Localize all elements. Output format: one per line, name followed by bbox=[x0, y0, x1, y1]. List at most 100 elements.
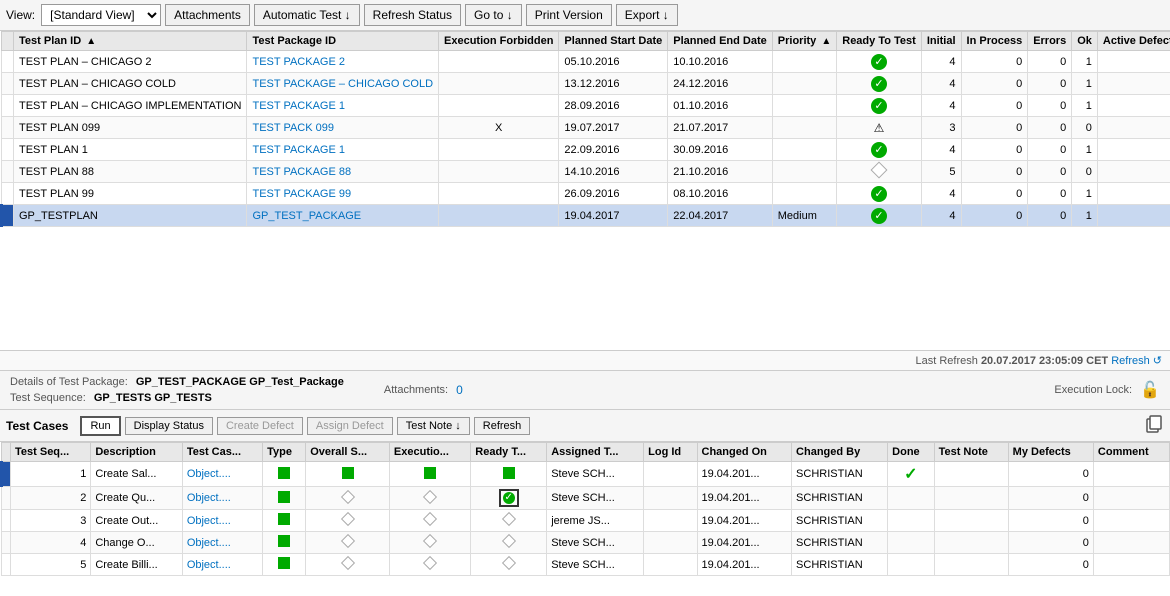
test-package-id-cell[interactable]: TEST PACKAGE 99 bbox=[247, 183, 439, 205]
planned-end-cell: 08.10.2016 bbox=[668, 183, 773, 205]
tc-comment-cell bbox=[1093, 532, 1169, 554]
test-package-id-cell[interactable]: TEST PACK 099 bbox=[247, 117, 439, 139]
tc-col-changed-by[interactable]: Changed By bbox=[792, 443, 888, 462]
tc-table-area: Test Seq... Description Test Cas... Type… bbox=[0, 442, 1170, 576]
col-active-defects[interactable]: Active Defects bbox=[1097, 32, 1170, 51]
tc-changed-on-cell: 19.04.201... bbox=[697, 487, 792, 510]
tc-col-overall[interactable]: Overall S... bbox=[306, 443, 390, 462]
tc-case-cell[interactable]: Object.... bbox=[182, 487, 262, 510]
tc-refresh-button[interactable]: Refresh bbox=[474, 417, 531, 435]
tc-case-cell[interactable]: Object.... bbox=[182, 532, 262, 554]
active-defects-cell: 0 bbox=[1097, 205, 1170, 227]
refresh-status-button[interactable]: Refresh Status bbox=[364, 4, 461, 26]
ok-cell: 0 bbox=[1072, 117, 1098, 139]
tc-desc-cell: Create Billi... bbox=[91, 554, 182, 576]
ok-cell: 1 bbox=[1072, 183, 1098, 205]
tc-col-seq[interactable]: Test Seq... bbox=[11, 443, 91, 462]
test-note-button[interactable]: Test Note ↓ bbox=[397, 417, 470, 435]
col-ready[interactable]: Ready To Test bbox=[837, 32, 922, 51]
test-package-id-cell[interactable]: TEST PACKAGE 1 bbox=[247, 139, 439, 161]
tc-col-desc[interactable]: Description bbox=[91, 443, 182, 462]
automatic-test-button[interactable]: Automatic Test ↓ bbox=[254, 4, 360, 26]
tc-test-note-cell bbox=[934, 554, 1008, 576]
tc-done-cell bbox=[888, 487, 934, 510]
tc-green-sq-icon bbox=[424, 467, 436, 479]
tc-ready-boxed-icon: ✓ bbox=[499, 489, 519, 507]
display-status-button[interactable]: Display Status bbox=[125, 417, 213, 435]
tc-diamond-icon bbox=[502, 556, 516, 570]
tc-diamond-icon bbox=[423, 489, 437, 503]
attachments-value[interactable]: 0 bbox=[456, 383, 463, 397]
col-in-process[interactable]: In Process bbox=[961, 32, 1028, 51]
col-initial[interactable]: Initial bbox=[921, 32, 961, 51]
test-plan-id-cell: TEST PLAN – CHICAGO IMPLEMENTATION bbox=[14, 95, 247, 117]
test-package-id-cell[interactable]: TEST PACKAGE – CHICAGO COLD bbox=[247, 73, 439, 95]
tc-comment-cell bbox=[1093, 462, 1169, 487]
tc-ready-cell bbox=[471, 510, 547, 532]
planned-end-cell: 01.10.2016 bbox=[668, 95, 773, 117]
assign-defect-button[interactable]: Assign Defect bbox=[307, 417, 393, 435]
refresh-link[interactable]: Refresh ↺ bbox=[1111, 355, 1162, 367]
tc-col-test-note[interactable]: Test Note bbox=[934, 443, 1008, 462]
tc-test-note-cell bbox=[934, 510, 1008, 532]
tc-col-assigned[interactable]: Assigned T... bbox=[547, 443, 644, 462]
tc-col-my-defects[interactable]: My Defects bbox=[1008, 443, 1093, 462]
col-exec-forbidden[interactable]: Execution Forbidden bbox=[439, 32, 559, 51]
test-plan-table: Test Plan ID ▲ Test Package ID Execution… bbox=[0, 31, 1170, 227]
tc-seq-cell: 2 bbox=[11, 487, 91, 510]
exec-forbidden-cell bbox=[439, 73, 559, 95]
test-plan-id-cell: TEST PLAN 88 bbox=[14, 161, 247, 183]
col-priority[interactable]: Priority ▲ bbox=[772, 32, 836, 51]
tc-col-done[interactable]: Done bbox=[888, 443, 934, 462]
col-test-plan-id[interactable]: Test Plan ID ▲ bbox=[14, 32, 247, 51]
tc-case-cell[interactable]: Object.... bbox=[182, 510, 262, 532]
export-button[interactable]: Export ↓ bbox=[616, 4, 678, 26]
in-process-cell: 0 bbox=[961, 161, 1028, 183]
details-lock-col: Execution Lock: 🔓 bbox=[1054, 376, 1160, 404]
view-select[interactable]: [Standard View] bbox=[41, 4, 161, 26]
goto-button[interactable]: Go to ↓ bbox=[465, 4, 522, 26]
test-package-id-cell[interactable]: TEST PACKAGE 1 bbox=[247, 95, 439, 117]
tc-overall-cell bbox=[306, 510, 390, 532]
test-package-id-cell[interactable]: GP_TEST_PACKAGE bbox=[247, 205, 439, 227]
col-planned-start[interactable]: Planned Start Date bbox=[559, 32, 668, 51]
tc-my-defects-cell: 0 bbox=[1008, 510, 1093, 532]
tc-col-changed-on[interactable]: Changed On bbox=[697, 443, 792, 462]
col-test-package-id[interactable]: Test Package ID bbox=[247, 32, 439, 51]
tc-diamond-icon bbox=[340, 556, 354, 570]
tc-diamond-icon bbox=[502, 534, 516, 548]
planned-end-cell: 10.10.2016 bbox=[668, 51, 773, 73]
tc-col-exec[interactable]: Executio... bbox=[389, 443, 470, 462]
print-button[interactable]: Print Version bbox=[526, 4, 612, 26]
attachments-label: Attachments: bbox=[384, 384, 448, 396]
ok-cell: 1 bbox=[1072, 51, 1098, 73]
col-planned-end[interactable]: Planned End Date bbox=[668, 32, 773, 51]
tc-diamond-icon bbox=[502, 512, 516, 526]
tc-col-case[interactable]: Test Cas... bbox=[182, 443, 262, 462]
create-defect-button[interactable]: Create Defect bbox=[217, 417, 303, 435]
tc-changed-by-cell: SCHRISTIAN bbox=[792, 532, 888, 554]
col-ok[interactable]: Ok bbox=[1072, 32, 1098, 51]
tc-row-sel-2 bbox=[2, 510, 11, 532]
test-package-id-cell[interactable]: TEST PACKAGE 88 bbox=[247, 161, 439, 183]
tc-col-ready[interactable]: Ready T... bbox=[471, 443, 547, 462]
tc-case-cell[interactable]: Object.... bbox=[182, 554, 262, 576]
errors-cell: 0 bbox=[1028, 139, 1072, 161]
row-sel-2 bbox=[2, 95, 14, 117]
tc-changed-by-cell: SCHRISTIAN bbox=[792, 554, 888, 576]
tc-assigned-cell: Steve SCH... bbox=[547, 532, 644, 554]
in-process-cell: 0 bbox=[961, 95, 1028, 117]
tc-col-comment[interactable]: Comment bbox=[1093, 443, 1169, 462]
tc-diamond-icon bbox=[423, 556, 437, 570]
tc-col-type[interactable]: Type bbox=[263, 443, 306, 462]
tc-exec-cell bbox=[389, 554, 470, 576]
tc-col-logid[interactable]: Log Id bbox=[644, 443, 697, 462]
run-button[interactable]: Run bbox=[80, 416, 120, 436]
col-errors[interactable]: Errors bbox=[1028, 32, 1072, 51]
tc-case-cell[interactable]: Object.... bbox=[182, 462, 262, 487]
test-plan-id-cell: GP_TESTPLAN bbox=[14, 205, 247, 227]
tc-green-sq-icon bbox=[278, 557, 290, 569]
attachments-button[interactable]: Attachments bbox=[165, 4, 250, 26]
tc-ready-cell bbox=[471, 462, 547, 487]
test-package-id-cell[interactable]: TEST PACKAGE 2 bbox=[247, 51, 439, 73]
